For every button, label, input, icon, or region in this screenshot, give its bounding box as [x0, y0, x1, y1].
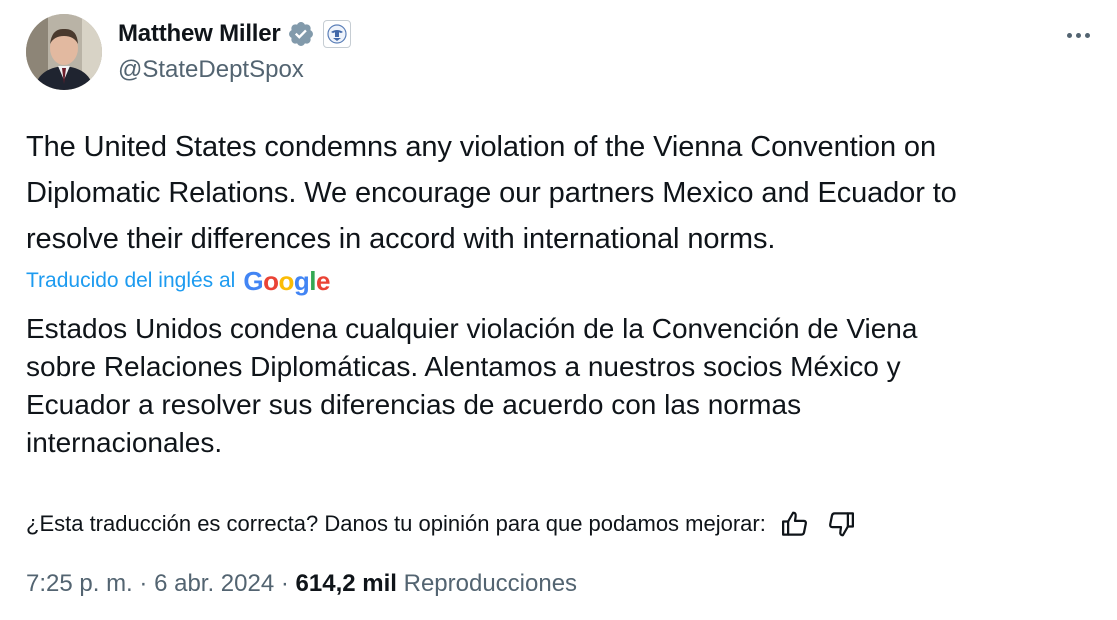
- translated-text: Estados Unidos condena cualquier violaci…: [26, 310, 1101, 462]
- translated-text-line: Ecuador a resolver sus diferencias de ac…: [26, 389, 802, 420]
- tweet-card: Matthew Miller @StateDeptSpox The United…: [0, 0, 1117, 620]
- translated-text-line: sobre Relaciones Diplomáticas. Alentamos…: [26, 351, 901, 382]
- translation-attribution: Traducido del inglés al Google: [26, 264, 330, 298]
- tweet-text-line: The United States condemns any violation…: [26, 131, 936, 163]
- tweet-text: The United States condemns any violation…: [26, 124, 1101, 262]
- meta-separator: ·: [139, 570, 148, 597]
- verified-badge-icon[interactable]: [287, 20, 315, 48]
- translated-text-line: internacionales.: [26, 427, 223, 458]
- us-state-dept-seal-icon[interactable]: [322, 20, 351, 48]
- feedback-question: ¿Esta traducción es correcta? Danos tu o…: [26, 511, 766, 536]
- translation-feedback: ¿Esta traducción es correcta? Danos tu o…: [26, 506, 858, 542]
- author-name-row: Matthew Miller: [118, 18, 351, 50]
- tweet-time[interactable]: 7:25 p. m.: [26, 570, 133, 597]
- tweet-meta: 7:25 p. m. · 6 abr. 2024 · 614,2 mil Rep…: [26, 570, 577, 598]
- more-dot: [1075, 32, 1081, 38]
- tweet-date[interactable]: 6 abr. 2024: [154, 570, 274, 597]
- tweet-text-line: Diplomatic Relations. We encourage our p…: [26, 177, 957, 209]
- translated-text-line: Estados Unidos condena cualquier violaci…: [26, 313, 918, 344]
- more-dot: [1084, 32, 1090, 38]
- more-options-icon[interactable]: [1061, 22, 1095, 48]
- tweet-text-line: resolve their differences in accord with…: [26, 223, 776, 255]
- translated-from-link[interactable]: Traducido del inglés al: [26, 269, 235, 293]
- google-logo: Google: [243, 265, 330, 296]
- author-handle[interactable]: @StateDeptSpox: [118, 56, 304, 84]
- meta-separator: ·: [280, 570, 289, 597]
- avatar[interactable]: [26, 14, 102, 90]
- author-display-name[interactable]: Matthew Miller: [118, 20, 281, 48]
- views-label: Reproducciones: [403, 570, 578, 597]
- views-count: 614,2 mil: [295, 570, 397, 597]
- thumbs-down-icon[interactable]: [824, 507, 858, 541]
- thumbs-up-icon[interactable]: [778, 507, 812, 541]
- more-dot: [1066, 32, 1072, 38]
